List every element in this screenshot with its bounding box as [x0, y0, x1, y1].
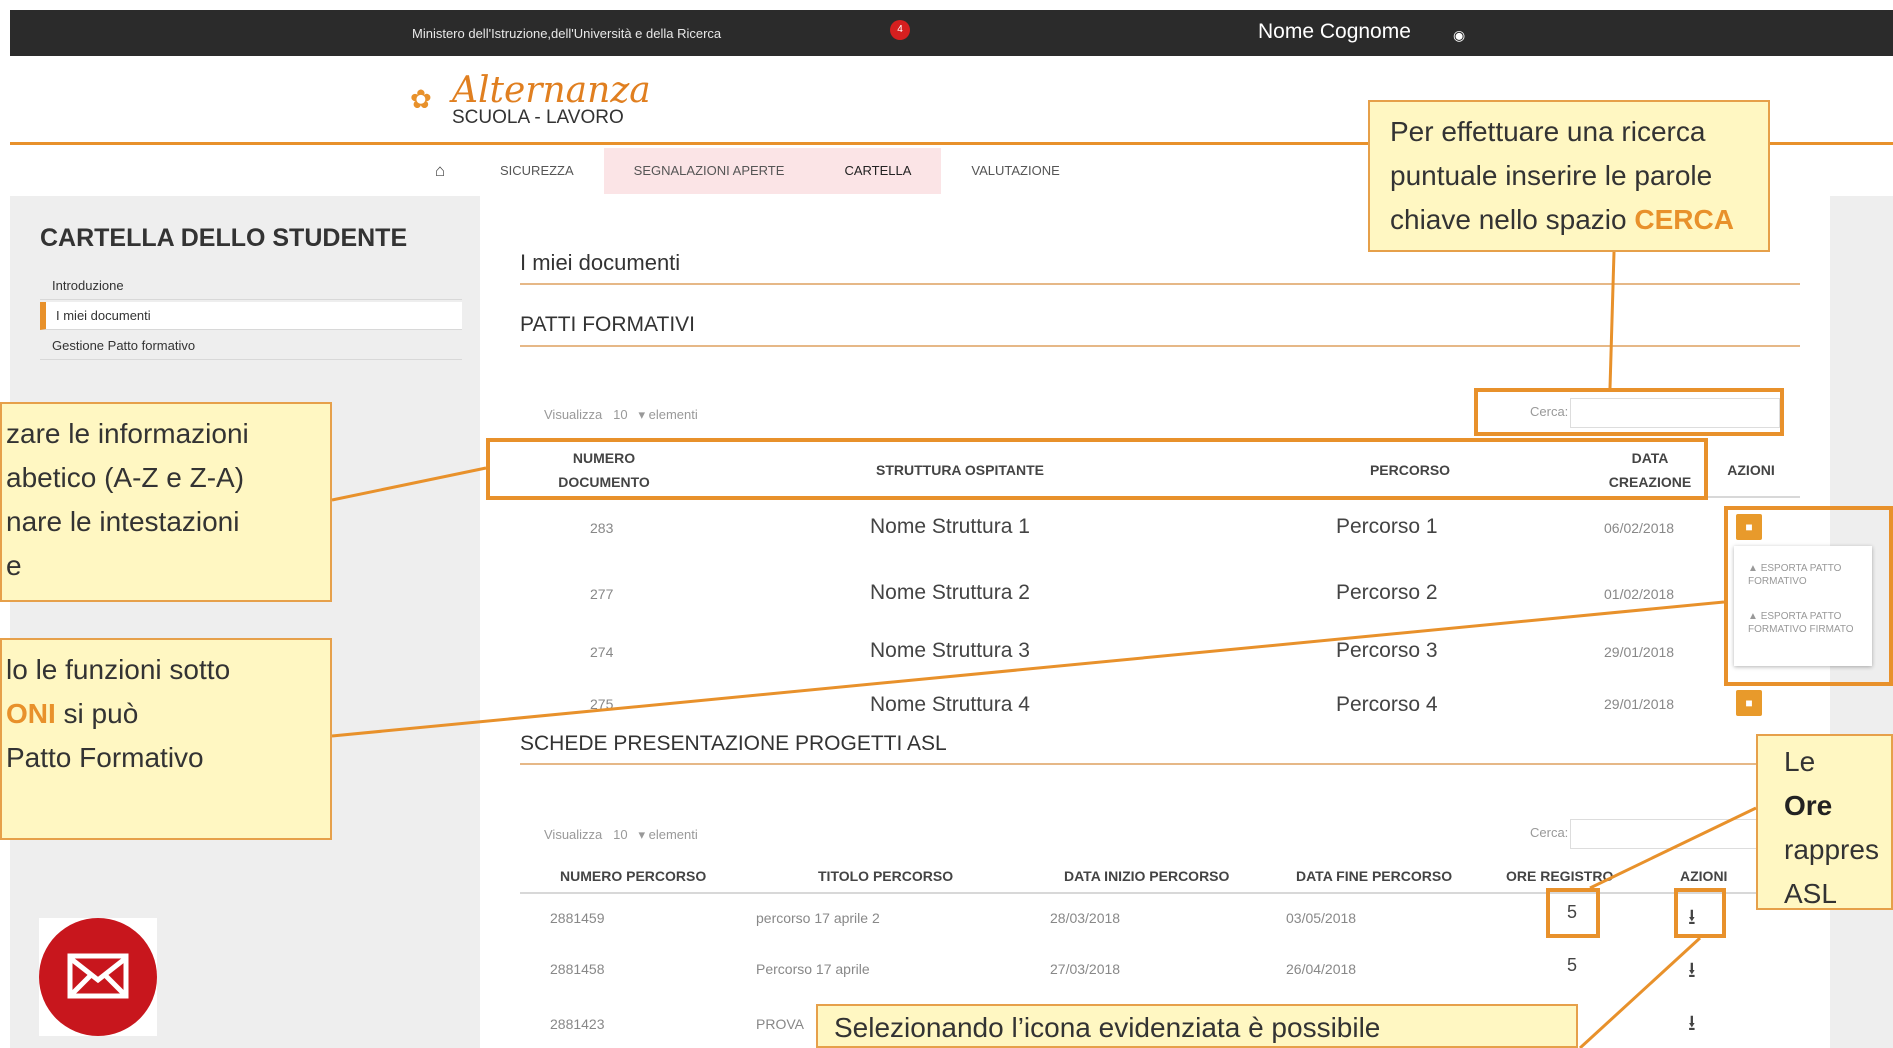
envelope-icon — [67, 953, 129, 999]
connector-line — [1589, 806, 1757, 890]
mail-icon[interactable] — [39, 918, 157, 1036]
connector-line — [331, 600, 1725, 738]
connector-line — [1608, 251, 1616, 389]
connector-line — [331, 466, 487, 502]
connector-line — [1578, 936, 1702, 1048]
connector-lines — [331, 251, 1757, 1048]
